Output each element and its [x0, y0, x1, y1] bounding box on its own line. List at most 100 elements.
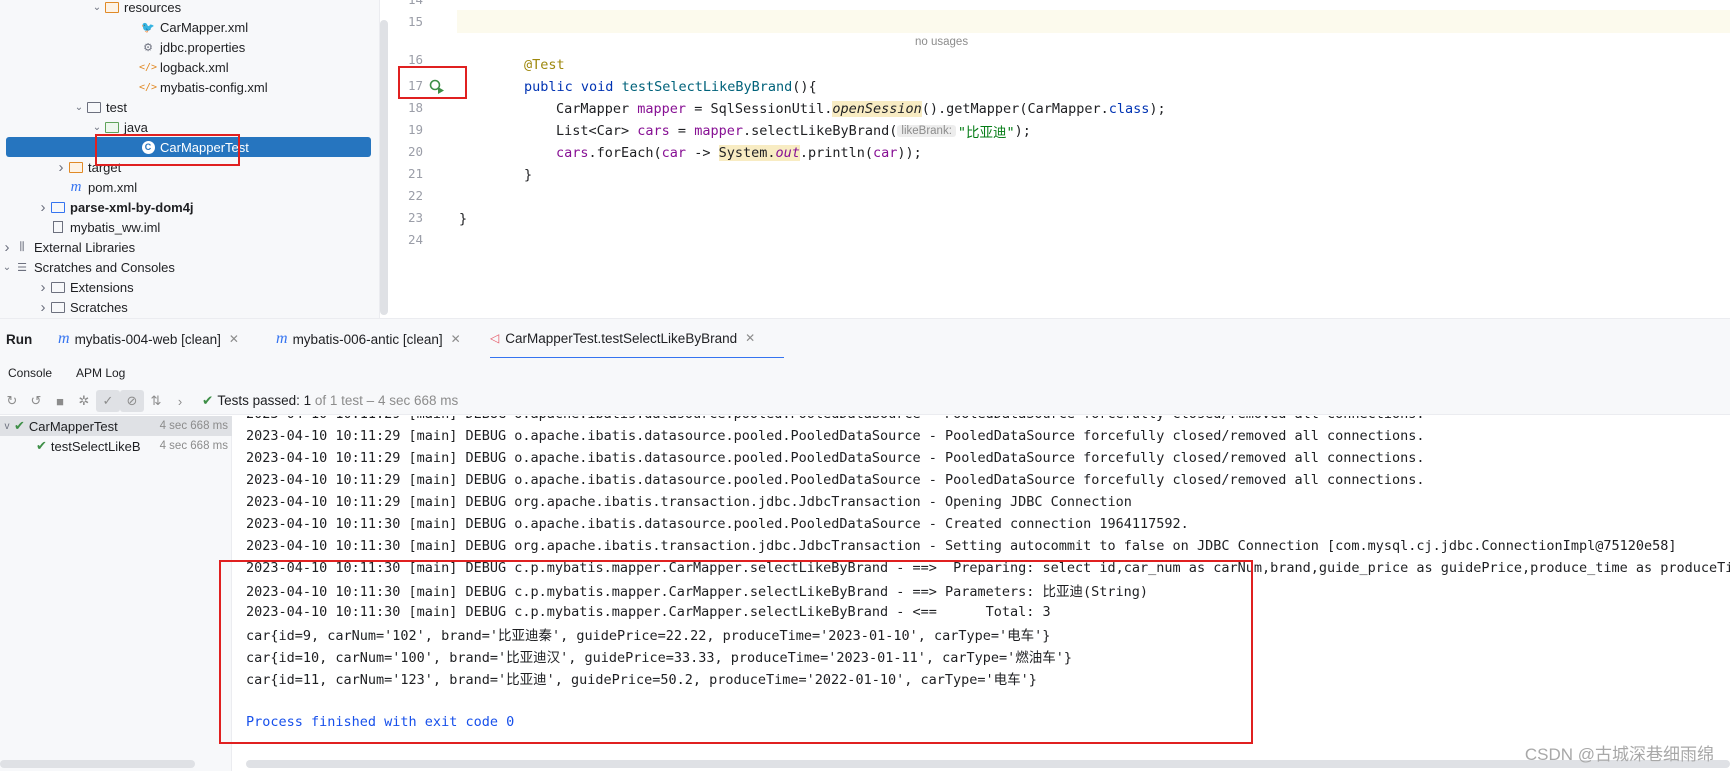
chevron-down-icon[interactable]: v	[0, 421, 14, 432]
code-token: }	[459, 211, 468, 227]
status-detail: of 1 test – 4 sec 668 ms	[314, 393, 459, 408]
chevron-down-icon[interactable]: ⌄	[90, 122, 104, 133]
module-icon	[50, 199, 66, 215]
code-token: =	[669, 123, 695, 139]
tree-item[interactable]: › Scratches	[0, 297, 373, 317]
run-tool-window-header: Run m mybatis-004-web [clean] ✕ m mybati…	[0, 318, 1730, 359]
test-method-row[interactable]: ✔ testSelectLikeB 4 sec 668 ms	[0, 436, 232, 456]
maven-icon: m	[276, 330, 288, 347]
tree-item[interactable]: › ⫼ External Libraries	[0, 237, 373, 257]
code-token: = SqlSessionUtil.	[686, 101, 833, 117]
code-token: mapper	[637, 101, 687, 117]
sort-icon[interactable]: ⇅	[144, 390, 168, 412]
keyword-public: public	[524, 79, 573, 95]
tree-item[interactable]: 🐦 CarMapper.xml	[0, 17, 373, 37]
tree-item[interactable]: › Extensions	[0, 277, 373, 297]
console-scrollbar[interactable]	[246, 760, 1730, 768]
close-icon[interactable]: ✕	[745, 331, 755, 345]
code-line-20: cars .forEach(car -> System. out .println(c…	[556, 142, 922, 164]
status-prefix: Tests passed:	[217, 393, 300, 408]
close-icon[interactable]: ✕	[451, 332, 461, 346]
tree-item[interactable]: ⌄ test	[0, 97, 373, 117]
line-number: 23	[407, 210, 423, 225]
rerun-failed-icon[interactable]: ↺	[24, 390, 48, 412]
tab-apm-log[interactable]: APM Log	[76, 366, 125, 380]
show-passed-icon[interactable]: ✓	[96, 390, 120, 412]
tree-item-label: mybatis-config.xml	[160, 79, 268, 95]
check-icon: ✔	[202, 393, 214, 408]
code-token: car	[661, 145, 687, 161]
tree-item[interactable]: ⌄ resources	[0, 0, 373, 17]
code-token: List<Car>	[556, 123, 638, 139]
chevron-right-icon[interactable]: ›	[36, 199, 50, 216]
line-number: 24	[407, 232, 423, 247]
rerun-icon[interactable]: ↻	[0, 390, 24, 412]
code-line-23: }	[459, 208, 467, 230]
chevron-right-icon[interactable]: ›	[54, 159, 68, 176]
code-token: out	[775, 145, 800, 161]
tree-item[interactable]: ⚙ jdbc.properties	[0, 37, 373, 57]
tree-scrollbar[interactable]	[380, 20, 388, 315]
debug-icon[interactable]: ✲	[72, 390, 96, 412]
code-token: System.	[718, 145, 776, 161]
current-line-highlight	[457, 10, 1730, 33]
tree-item[interactable]: › parse-xml-by-dom4j	[0, 197, 373, 217]
tests-scrollbar[interactable]	[0, 760, 195, 768]
code-line-16: @Test	[524, 54, 565, 76]
test-suite-row[interactable]: v ✔ CarMapperTest 4 sec 668 ms	[0, 416, 232, 436]
tree-item[interactable]: m pom.xml	[0, 177, 373, 197]
code-token: class	[1108, 101, 1150, 117]
no-usages-hint[interactable]: no usages	[915, 36, 968, 48]
code-editor[interactable]: 1415161718192021222324 no usages @Test p…	[391, 0, 1730, 318]
tree-item[interactable]: ⌄ ☰ Scratches and Consoles	[0, 257, 373, 277]
tree-item-label: resources	[124, 0, 182, 15]
code-line-19: List<Car> cars = mapper .selectLikeByBran…	[556, 120, 1031, 142]
close-icon[interactable]: ✕	[229, 332, 239, 346]
run-tab-mybatis-006[interactable]: m mybatis-006-antic [clean] ✕	[276, 319, 461, 359]
tree-item[interactable]: </> logback.xml	[0, 57, 373, 77]
run-tab-mybatis-004[interactable]: m mybatis-004-web [clean] ✕	[58, 319, 239, 359]
chevron-down-icon[interactable]: ⌄	[72, 102, 86, 113]
chevron-right-icon[interactable]: ›	[0, 239, 14, 256]
show-ignored-icon[interactable]: ⊘	[120, 390, 144, 412]
chevron-down-icon[interactable]: ⌄	[90, 2, 104, 13]
maven-icon: m	[58, 330, 70, 347]
chevron-down-icon[interactable]: ⌄	[0, 262, 14, 273]
chevron-right-icon[interactable]: ›	[168, 390, 192, 412]
tree-item-label: java	[124, 119, 148, 135]
folder-icon	[104, 119, 120, 135]
chevron-right-icon[interactable]: ›	[36, 279, 50, 296]
line-number: 15	[407, 14, 423, 29]
console-line: 2023-04-10 10:11:29 [main] DEBUG org.apa…	[246, 494, 1132, 510]
stop-icon[interactable]: ■	[48, 390, 72, 412]
tree-item[interactable]: mybatis_ww.iml	[0, 217, 373, 237]
tree-item-label: jdbc.properties	[160, 39, 246, 55]
console-line: 2023-04-10 10:11:29 [main] DEBUG o.apach…	[246, 416, 1425, 425]
chevron-right-icon[interactable]: ›	[36, 299, 50, 316]
annotation-box-console-output	[219, 560, 1253, 744]
tree-item[interactable]: </> mybatis-config.xml	[0, 77, 373, 97]
console-line: 2023-04-10 10:11:29 [main] DEBUG o.apach…	[246, 472, 1425, 488]
code-token: ->	[686, 145, 719, 161]
code-token: .selectLikeByBrand(	[742, 123, 898, 139]
run-tab-label: CarMapperTest.testSelectLikeByBrand	[505, 330, 738, 346]
tab-console[interactable]: Console	[8, 366, 52, 380]
mybatis-icon: 🐦	[141, 21, 155, 34]
console-line: 2023-04-10 10:11:29 [main] DEBUG o.apach…	[246, 450, 1425, 466]
code-token: cars	[556, 145, 589, 161]
test-icon: ◁	[490, 331, 500, 345]
line-number: 22	[407, 188, 423, 203]
scratches-icon: ☰	[17, 261, 27, 274]
tree-item-label: External Libraries	[34, 239, 136, 255]
folder-icon	[104, 0, 120, 15]
tree-item-label: parse-xml-by-dom4j	[70, 199, 194, 215]
tree-item-label: test	[106, 99, 127, 115]
run-tab-carmappertest[interactable]: ◁ CarMapperTest.testSelectLikeByBrand ✕	[490, 319, 784, 359]
code-token: car	[873, 145, 898, 161]
code-token: }	[524, 167, 533, 183]
xml-icon: </>	[138, 81, 158, 93]
folder-icon	[68, 159, 84, 175]
run-tab-label: mybatis-004-web [clean]	[74, 331, 221, 347]
tree-item-label: mybatis_ww.iml	[70, 219, 161, 235]
line-number: 21	[407, 166, 423, 181]
